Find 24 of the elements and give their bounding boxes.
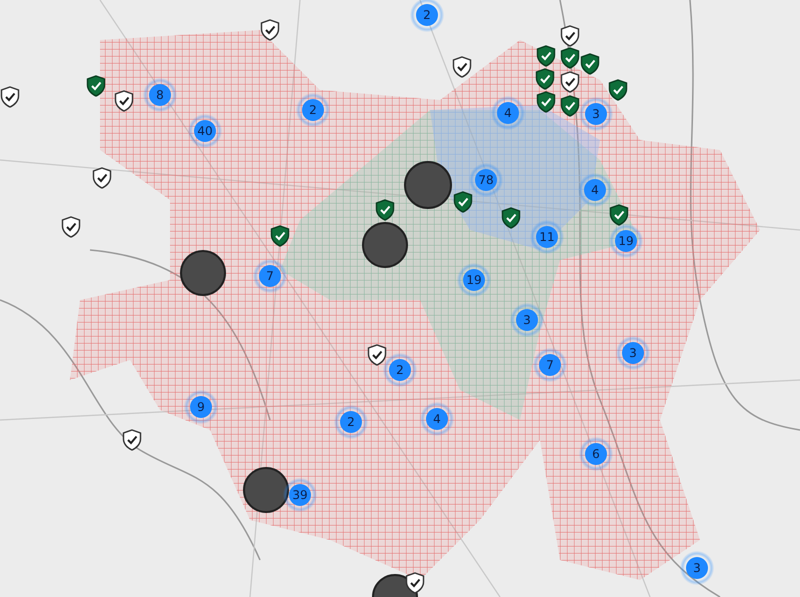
- shield-check-icon[interactable]: [61, 216, 81, 238]
- shield-check-icon[interactable]: [560, 95, 580, 117]
- shield-check-icon[interactable]: [270, 225, 290, 247]
- shield-check-icon[interactable]: [560, 71, 580, 93]
- shield-check-icon[interactable]: [0, 86, 20, 108]
- shield-check-icon[interactable]: [367, 344, 387, 366]
- shield-check-icon[interactable]: [501, 207, 521, 229]
- shield-check-icon[interactable]: [560, 25, 580, 47]
- shield-check-icon[interactable]: [608, 79, 628, 101]
- shield-check-icon[interactable]: [580, 53, 600, 75]
- shield-check-icon[interactable]: [453, 191, 473, 213]
- shield-check-icon[interactable]: [560, 47, 580, 69]
- shield-check-icon[interactable]: [122, 429, 142, 451]
- shield-check-icon[interactable]: [535, 68, 555, 90]
- shield-check-icon[interactable]: [114, 90, 134, 112]
- shield-check-icon[interactable]: [260, 19, 280, 41]
- shield-check-icon[interactable]: [375, 199, 395, 221]
- shield-check-icon[interactable]: [405, 572, 425, 594]
- shield-check-icon[interactable]: [536, 45, 556, 67]
- shield-check-icon[interactable]: [452, 56, 472, 78]
- shield-check-icon[interactable]: [86, 75, 106, 97]
- shield-check-icon[interactable]: [536, 91, 556, 113]
- shield-check-icon[interactable]: [92, 167, 112, 189]
- shield-check-icon[interactable]: [609, 204, 629, 226]
